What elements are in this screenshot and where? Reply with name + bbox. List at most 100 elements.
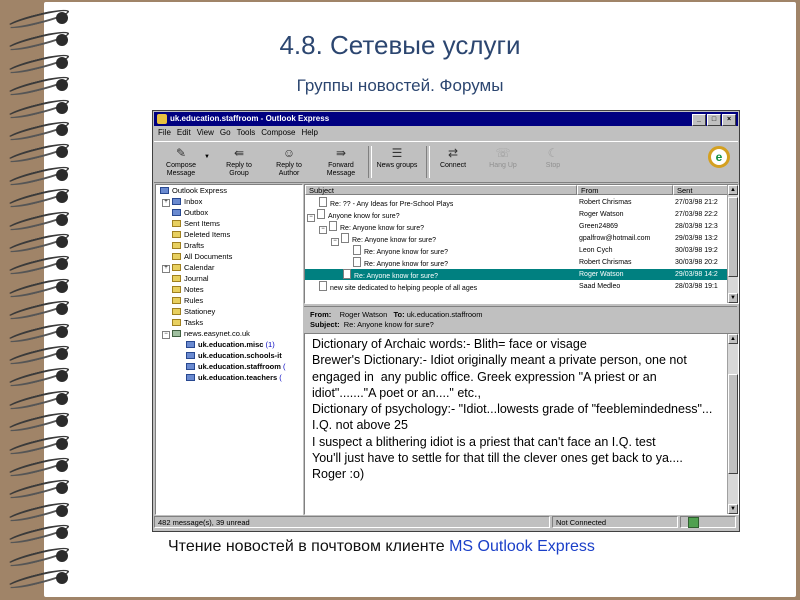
- connect-button[interactable]: ⇄ Connect: [430, 144, 476, 170]
- compose-dropdown-icon[interactable]: ▼: [204, 154, 210, 160]
- reply-group-icon: ⇚: [233, 146, 245, 160]
- tree-item-rules[interactable]: Rules: [172, 296, 203, 306]
- message-icon: [341, 233, 349, 243]
- expand-icon[interactable]: +: [162, 199, 170, 207]
- menu-help[interactable]: Help: [302, 127, 318, 139]
- expand-icon[interactable]: +: [162, 265, 170, 273]
- message-row[interactable]: new site dedicated to helping people of …: [305, 281, 728, 292]
- to-label: To:: [393, 310, 405, 319]
- folder-icon: [172, 319, 181, 326]
- scroll-thumb[interactable]: [728, 197, 738, 277]
- folder-icon: [172, 275, 181, 282]
- subject-label: Subject:: [310, 320, 340, 329]
- message-list-scrollbar[interactable]: ▲ ▼: [727, 185, 738, 303]
- binding-ring: [5, 544, 76, 570]
- message-icon: [343, 269, 351, 279]
- tree-item-sent-items[interactable]: Sent Items: [172, 219, 220, 229]
- column-header-from[interactable]: From: [577, 185, 673, 195]
- window-title: uk.education.staffroom - Outlook Express: [170, 114, 330, 123]
- menu-file[interactable]: File: [158, 127, 171, 139]
- preview-scrollbar[interactable]: ▲ ▼: [727, 334, 738, 514]
- scroll-thumb[interactable]: [728, 374, 738, 474]
- status-bar: 482 message(s), 39 unread Not Connected: [154, 515, 738, 529]
- menu-view[interactable]: View: [197, 127, 214, 139]
- menu-tools[interactable]: Tools: [237, 127, 256, 139]
- message-row[interactable]: Re: Anyone know for sure? Leon Cych 30/0…: [305, 245, 728, 256]
- menu-go[interactable]: Go: [220, 127, 231, 139]
- tree-item-drafts[interactable]: Drafts: [172, 241, 204, 251]
- binding-ring: [5, 297, 76, 323]
- tree-item-newsgroup-selected[interactable]: uk.education.staffroom (: [186, 362, 286, 372]
- outbox-icon: [172, 209, 181, 216]
- outlook-express-window: uk.education.staffroom - Outlook Express…: [152, 110, 740, 532]
- scroll-down-icon[interactable]: ▼: [728, 293, 738, 303]
- window-titlebar[interactable]: uk.education.staffroom - Outlook Express…: [154, 112, 738, 126]
- tree-item-news-server[interactable]: − news.easynet.co.uk: [162, 329, 250, 339]
- tree-item-notes[interactable]: Notes: [172, 285, 204, 295]
- tree-item-newsgroup[interactable]: uk.education.teachers (: [186, 373, 282, 383]
- compose-message-button[interactable]: ✎ Compose Message: [158, 144, 204, 178]
- tree-item-outbox[interactable]: Outbox: [172, 208, 208, 218]
- tree-item-outlook-express[interactable]: Outlook Express: [160, 186, 227, 196]
- collapse-icon[interactable]: −: [162, 331, 170, 339]
- message-row[interactable]: − Re: Anyone know for sure? Green24869 28…: [305, 221, 728, 234]
- reply-to-author-button[interactable]: ☺ Reply to Author: [266, 144, 312, 178]
- tree-item-journal[interactable]: Journal: [172, 274, 209, 284]
- from-label: From:: [310, 310, 332, 319]
- folder-icon: [172, 308, 181, 315]
- tree-item-stationey[interactable]: Stationey: [172, 307, 215, 317]
- binding-ring: [5, 476, 76, 502]
- preview-pane[interactable]: Dictionary of Archaic words:- Blith= fac…: [304, 333, 739, 515]
- hang-up-icon: ☏: [495, 146, 511, 160]
- message-row[interactable]: Re: ?? - Any Ideas for Pre-School Plays …: [305, 197, 728, 208]
- reply-author-icon: ☺: [282, 146, 296, 160]
- slide: 4.8. Сетевые услуги Группы новостей. Фор…: [0, 0, 800, 600]
- binding-ring: [5, 521, 76, 547]
- hang-up-button[interactable]: ☏ Hang Up: [480, 144, 526, 170]
- close-button[interactable]: ×: [722, 114, 736, 126]
- maximize-button[interactable]: □: [707, 114, 721, 126]
- scroll-up-icon[interactable]: ▲: [728, 185, 738, 195]
- caption-highlight: MS Outlook Express: [449, 538, 595, 555]
- slide-heading: 4.8. Сетевые услуги: [279, 30, 521, 60]
- stop-icon: ☾: [547, 146, 559, 160]
- message-row[interactable]: − Re: Anyone know for sure? gpalfrow@hotm…: [305, 233, 728, 246]
- message-list: Subject From Sent Re: ?? - Any Ideas for…: [304, 184, 739, 304]
- tree-item-all-documents[interactable]: All Documents: [172, 252, 232, 262]
- tree-item-inbox[interactable]: + Inbox: [162, 197, 202, 207]
- from-value: Roger Watson: [339, 310, 388, 319]
- news-server-icon: [172, 330, 181, 337]
- tree-item-tasks[interactable]: Tasks: [172, 318, 203, 328]
- message-row-selected[interactable]: Re: Anyone know for sure? Roger Watson 2…: [305, 269, 728, 280]
- app-icon: [157, 114, 167, 124]
- scroll-up-icon[interactable]: ▲: [728, 334, 738, 344]
- stop-button[interactable]: ☾ Stop: [530, 144, 576, 170]
- forward-message-button[interactable]: ⇛ Forward Message: [318, 144, 364, 178]
- column-header-sent[interactable]: Sent: [673, 185, 728, 195]
- tree-item-newsgroup[interactable]: uk.education.schools-it: [186, 351, 282, 361]
- binding-ring: [5, 6, 76, 32]
- minimize-button[interactable]: _: [692, 114, 706, 126]
- scroll-down-icon[interactable]: ▼: [728, 504, 738, 514]
- slide-subheading: Группы новостей. Форумы: [296, 76, 504, 95]
- tree-item-calendar[interactable]: + Calendar: [162, 263, 214, 273]
- tree-item-newsgroup[interactable]: uk.education.misc (1): [186, 340, 275, 350]
- compose-icon: ✎: [175, 146, 187, 160]
- folder-icon: [172, 297, 181, 304]
- news-groups-button[interactable]: ☰ News groups: [372, 144, 422, 170]
- menu-edit[interactable]: Edit: [177, 127, 191, 139]
- message-row[interactable]: − Anyone know for sure? Roger Watson 27/0…: [305, 209, 728, 222]
- binding-ring: [5, 342, 76, 368]
- message-row[interactable]: Re: Anyone know for sure? Robert Chrisma…: [305, 257, 728, 268]
- toolbar: ✎ Compose Message ▼ ⇚ Reply to Group ☺ R…: [154, 141, 738, 183]
- menu-compose[interactable]: Compose: [261, 127, 295, 139]
- forward-icon: ⇛: [335, 146, 347, 160]
- binding-ring: [5, 185, 76, 211]
- message-count: 482 message(s), 39 unread: [154, 516, 550, 528]
- reply-to-group-button[interactable]: ⇚ Reply to Group: [216, 144, 262, 178]
- column-header-subject[interactable]: Subject: [305, 185, 577, 195]
- binding-ring: [5, 140, 76, 166]
- folder-icon: [172, 242, 181, 249]
- binding-ring: [5, 566, 76, 592]
- tree-item-deleted-items[interactable]: Deleted Items: [172, 230, 230, 240]
